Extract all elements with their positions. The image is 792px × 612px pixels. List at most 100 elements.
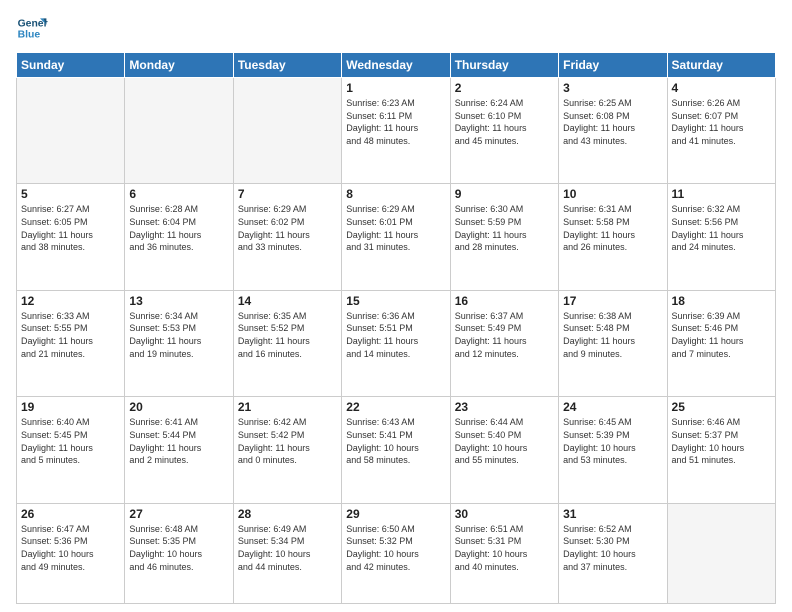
day-number: 31 (563, 507, 662, 521)
weekday-header-monday: Monday (125, 53, 233, 78)
day-info: Sunrise: 6:27 AM Sunset: 6:05 PM Dayligh… (21, 203, 120, 253)
day-number: 26 (21, 507, 120, 521)
calendar-cell: 10 Sunrise: 6:31 AM Sunset: 5:58 PM Dayli… (559, 184, 667, 290)
day-info: Sunrise: 6:52 AM Sunset: 5:30 PM Dayligh… (563, 523, 662, 573)
day-info: Sunrise: 6:38 AM Sunset: 5:48 PM Dayligh… (563, 310, 662, 360)
calendar-cell: 18 Sunrise: 6:39 AM Sunset: 5:46 PM Dayli… (667, 290, 775, 396)
day-info: Sunrise: 6:39 AM Sunset: 5:46 PM Dayligh… (672, 310, 771, 360)
calendar-cell (17, 78, 125, 184)
calendar-cell: 7 Sunrise: 6:29 AM Sunset: 6:02 PM Daylig… (233, 184, 341, 290)
calendar-cell: 6 Sunrise: 6:28 AM Sunset: 6:04 PM Daylig… (125, 184, 233, 290)
week-row-2: 5Sunrise: 6:27 AM Sunset: 6:05 PM Daylig… (17, 184, 776, 290)
day-info: Sunrise: 6:35 AM Sunset: 5:52 PM Dayligh… (238, 310, 337, 360)
calendar-cell: 17 Sunrise: 6:38 AM Sunset: 5:48 PM Dayli… (559, 290, 667, 396)
day-info: Sunrise: 6:23 AM Sunset: 6:11 PM Dayligh… (346, 97, 445, 147)
calendar-cell: 30 Sunrise: 6:51 AM Sunset: 5:31 PM Dayli… (450, 503, 558, 603)
logo: General Blue (16, 12, 48, 44)
day-number: 17 (563, 294, 662, 308)
day-info: Sunrise: 6:36 AM Sunset: 5:51 PM Dayligh… (346, 310, 445, 360)
calendar-cell: 1 Sunrise: 6:23 AM Sunset: 6:11 PM Daylig… (342, 78, 450, 184)
weekday-header-friday: Friday (559, 53, 667, 78)
day-number: 28 (238, 507, 337, 521)
day-info: Sunrise: 6:32 AM Sunset: 5:56 PM Dayligh… (672, 203, 771, 253)
week-row-3: 12 Sunrise: 6:33 AM Sunset: 5:55 PM Dayli… (17, 290, 776, 396)
weekday-header-thursday: Thursday (450, 53, 558, 78)
weekday-header-tuesday: Tuesday (233, 53, 341, 78)
day-number: 18 (672, 294, 771, 308)
calendar-cell: 2 Sunrise: 6:24 AM Sunset: 6:10 PM Daylig… (450, 78, 558, 184)
calendar-cell: 14 Sunrise: 6:35 AM Sunset: 5:52 PM Dayli… (233, 290, 341, 396)
day-info: Sunrise: 6:46 AM Sunset: 5:37 PM Dayligh… (672, 416, 771, 466)
svg-text:Blue: Blue (18, 30, 41, 41)
calendar-cell: 9 Sunrise: 6:30 AM Sunset: 5:59 PM Daylig… (450, 184, 558, 290)
calendar-cell: 24Sunrise: 6:45 AM Sunset: 5:39 PM Dayli… (559, 397, 667, 503)
day-info: Sunrise: 6:34 AM Sunset: 5:53 PM Dayligh… (129, 310, 228, 360)
day-number: 1 (346, 81, 445, 95)
day-info: Sunrise: 6:26 AM Sunset: 6:07 PM Dayligh… (672, 97, 771, 147)
day-info: Sunrise: 6:50 AM Sunset: 5:32 PM Dayligh… (346, 523, 445, 573)
day-info: Sunrise: 6:40 AM Sunset: 5:45 PM Dayligh… (21, 416, 120, 466)
calendar-cell: 31 Sunrise: 6:52 AM Sunset: 5:30 PM Dayli… (559, 503, 667, 603)
calendar-page: General Blue SundayMondayTuesdayWednesda… (0, 0, 792, 612)
day-number: 11 (672, 187, 771, 201)
day-number: 30 (455, 507, 554, 521)
day-info: Sunrise: 6:48 AM Sunset: 5:35 PM Dayligh… (129, 523, 228, 573)
day-number: 7 (238, 187, 337, 201)
day-number: 4 (672, 81, 771, 95)
weekday-header-saturday: Saturday (667, 53, 775, 78)
weekday-header-row: SundayMondayTuesdayWednesdayThursdayFrid… (17, 53, 776, 78)
day-number: 14 (238, 294, 337, 308)
day-number: 10 (563, 187, 662, 201)
header: General Blue (16, 12, 776, 44)
day-number: 22 (346, 400, 445, 414)
calendar-cell: 15 Sunrise: 6:36 AM Sunset: 5:51 PM Dayli… (342, 290, 450, 396)
weekday-header-wednesday: Wednesday (342, 53, 450, 78)
day-number: 12 (21, 294, 120, 308)
calendar-cell: 16 Sunrise: 6:37 AM Sunset: 5:49 PM Dayli… (450, 290, 558, 396)
day-info: Sunrise: 6:29 AM Sunset: 6:02 PM Dayligh… (238, 203, 337, 253)
calendar-cell: 11 Sunrise: 6:32 AM Sunset: 5:56 PM Dayli… (667, 184, 775, 290)
day-number: 15 (346, 294, 445, 308)
calendar-cell: 13 Sunrise: 6:34 AM Sunset: 5:53 PM Dayli… (125, 290, 233, 396)
day-number: 19 (21, 400, 120, 414)
calendar-cell: 25Sunrise: 6:46 AM Sunset: 5:37 PM Dayli… (667, 397, 775, 503)
calendar-cell: 29 Sunrise: 6:50 AM Sunset: 5:32 PM Dayli… (342, 503, 450, 603)
day-info: Sunrise: 6:44 AM Sunset: 5:40 PM Dayligh… (455, 416, 554, 466)
day-info: Sunrise: 6:24 AM Sunset: 6:10 PM Dayligh… (455, 97, 554, 147)
calendar-cell: 20Sunrise: 6:41 AM Sunset: 5:44 PM Dayli… (125, 397, 233, 503)
day-number: 6 (129, 187, 228, 201)
calendar-cell: 26Sunrise: 6:47 AM Sunset: 5:36 PM Dayli… (17, 503, 125, 603)
day-info: Sunrise: 6:37 AM Sunset: 5:49 PM Dayligh… (455, 310, 554, 360)
weekday-header-sunday: Sunday (17, 53, 125, 78)
calendar-cell (667, 503, 775, 603)
day-number: 9 (455, 187, 554, 201)
day-info: Sunrise: 6:43 AM Sunset: 5:41 PM Dayligh… (346, 416, 445, 466)
calendar-cell: 23 Sunrise: 6:44 AM Sunset: 5:40 PM Dayli… (450, 397, 558, 503)
day-number: 29 (346, 507, 445, 521)
day-number: 16 (455, 294, 554, 308)
day-info: Sunrise: 6:33 AM Sunset: 5:55 PM Dayligh… (21, 310, 120, 360)
day-number: 3 (563, 81, 662, 95)
day-number: 8 (346, 187, 445, 201)
calendar-table: SundayMondayTuesdayWednesdayThursdayFrid… (16, 52, 776, 604)
calendar-cell (233, 78, 341, 184)
calendar-cell: 21 Sunrise: 6:42 AM Sunset: 5:42 PM Dayli… (233, 397, 341, 503)
day-number: 21 (238, 400, 337, 414)
calendar-cell: 12 Sunrise: 6:33 AM Sunset: 5:55 PM Dayli… (17, 290, 125, 396)
day-info: Sunrise: 6:51 AM Sunset: 5:31 PM Dayligh… (455, 523, 554, 573)
day-info: Sunrise: 6:42 AM Sunset: 5:42 PM Dayligh… (238, 416, 337, 466)
day-info: Sunrise: 6:30 AM Sunset: 5:59 PM Dayligh… (455, 203, 554, 253)
day-info: Sunrise: 6:28 AM Sunset: 6:04 PM Dayligh… (129, 203, 228, 253)
day-number: 23 (455, 400, 554, 414)
week-row-5: 26Sunrise: 6:47 AM Sunset: 5:36 PM Dayli… (17, 503, 776, 603)
day-info: Sunrise: 6:31 AM Sunset: 5:58 PM Dayligh… (563, 203, 662, 253)
week-row-1: 1 Sunrise: 6:23 AM Sunset: 6:11 PM Daylig… (17, 78, 776, 184)
day-info: Sunrise: 6:25 AM Sunset: 6:08 PM Dayligh… (563, 97, 662, 147)
day-number: 2 (455, 81, 554, 95)
calendar-cell: 27Sunrise: 6:48 AM Sunset: 5:35 PM Dayli… (125, 503, 233, 603)
day-info: Sunrise: 6:45 AM Sunset: 5:39 PM Dayligh… (563, 416, 662, 466)
day-number: 20 (129, 400, 228, 414)
calendar-cell: 3 Sunrise: 6:25 AM Sunset: 6:08 PM Daylig… (559, 78, 667, 184)
day-number: 13 (129, 294, 228, 308)
calendar-cell: 28Sunrise: 6:49 AM Sunset: 5:34 PM Dayli… (233, 503, 341, 603)
